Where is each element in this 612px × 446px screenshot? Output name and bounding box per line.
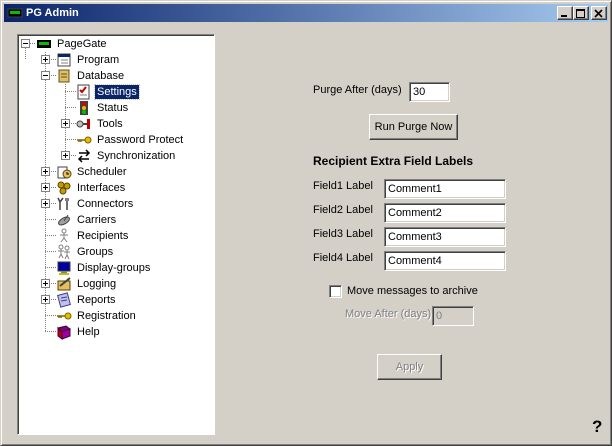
settings-icon: [77, 84, 90, 100]
tree-item-label: Scheduler: [77, 166, 127, 178]
interfaces-icon: [57, 181, 71, 195]
logging-expand-toggle[interactable]: [41, 279, 50, 288]
database-icon: [58, 69, 70, 83]
move-to-archive-checkbox[interactable]: [329, 285, 342, 298]
help-book-icon: [57, 325, 72, 340]
tree-item-label: Tools: [97, 118, 123, 130]
field4-label: Field4 Label: [313, 252, 373, 264]
recipient-extra-field-labels-heading: Recipient Extra Field Labels: [313, 154, 474, 168]
purge-after-input[interactable]: 30: [409, 82, 450, 102]
field2-label: Field2 Label: [313, 204, 373, 216]
tree-item-label: Help: [77, 326, 100, 338]
tree-item-label: Logging: [77, 278, 117, 290]
tree-item-label: Database: [77, 70, 125, 82]
tree-item-label: Synchronization: [97, 150, 176, 162]
database-collapse-toggle[interactable]: [41, 71, 50, 80]
field3-label: Field3 Label: [313, 228, 373, 240]
tree-item-label: Groups: [77, 246, 114, 258]
tree-item-label: Carriers: [77, 214, 117, 226]
close-icon: [594, 9, 603, 18]
tree-item-label: Recipients: [77, 230, 129, 242]
field1-label: Field1 Label: [313, 180, 373, 192]
move-after-label: Move After (days): [345, 308, 432, 320]
field3-input[interactable]: Comment3: [384, 227, 506, 247]
tree-item-label: Interfaces: [77, 182, 126, 194]
scheduler-icon: [57, 166, 72, 179]
tree-item-label: Display-groups: [77, 262, 151, 274]
tree-item-label: Registration: [77, 310, 136, 322]
sync-icon: [77, 149, 91, 163]
field2-input[interactable]: Comment2: [384, 203, 506, 223]
reports-icon: [57, 292, 71, 308]
status-icon: [80, 101, 88, 115]
scheduler-expand-toggle[interactable]: [41, 167, 50, 176]
key-icon: [77, 136, 92, 144]
field1-input[interactable]: Comment1: [384, 179, 506, 199]
apply-button[interactable]: Apply: [377, 354, 442, 380]
field4-input[interactable]: Comment4: [384, 251, 506, 271]
move-after-input[interactable]: 0: [432, 306, 474, 326]
maximize-icon: [576, 9, 585, 18]
run-purge-now-button[interactable]: Run Purge Now: [369, 114, 458, 140]
interfaces-expand-toggle[interactable]: [41, 183, 50, 192]
minimize-icon: [561, 15, 567, 17]
tree-item-label: Settings: [94, 84, 140, 100]
help-question-icon[interactable]: ?: [592, 417, 602, 437]
tree-item-label: Program: [77, 54, 120, 66]
close-button[interactable]: [591, 6, 607, 20]
synchronization-expand-toggle[interactable]: [61, 151, 70, 160]
tools-expand-toggle[interactable]: [61, 119, 70, 128]
window-title: PG Admin: [26, 7, 79, 19]
reports-expand-toggle[interactable]: [41, 295, 50, 304]
move-to-archive-label: Move messages to archive: [347, 285, 478, 297]
display-groups-icon: [57, 261, 71, 275]
pagegate-icon: [37, 40, 51, 48]
maximize-button[interactable]: [573, 6, 589, 20]
tools-icon: [76, 119, 90, 129]
title-bar[interactable]: PG Admin: [4, 4, 608, 22]
pg-admin-window: PG Admin PageGate Program Database Setti…: [0, 0, 612, 446]
navigation-tree[interactable]: PageGate Program Database Settings Statu…: [17, 34, 215, 435]
recipients-icon: [60, 228, 68, 243]
pagegate-app-icon: [7, 8, 23, 18]
key-icon: [57, 312, 72, 320]
program-expand-toggle[interactable]: [41, 55, 50, 64]
tree-item-label: Status: [97, 102, 129, 114]
tree-item-label: PageGate: [57, 38, 107, 50]
minimize-button[interactable]: [557, 6, 573, 20]
program-icon: [57, 53, 71, 67]
connectors-expand-toggle[interactable]: [41, 199, 50, 208]
purge-after-label: Purge After (days): [313, 84, 402, 96]
tree-item-label: Reports: [77, 294, 116, 306]
connectors-icon: [57, 197, 69, 210]
carriers-icon: [58, 214, 70, 226]
pagegate-collapse-toggle[interactable]: [21, 39, 30, 48]
tree-item-label: Password Protect: [97, 134, 184, 146]
logging-icon: [57, 277, 71, 291]
groups-icon: [58, 244, 70, 260]
tree-item-label: Connectors: [77, 198, 134, 210]
